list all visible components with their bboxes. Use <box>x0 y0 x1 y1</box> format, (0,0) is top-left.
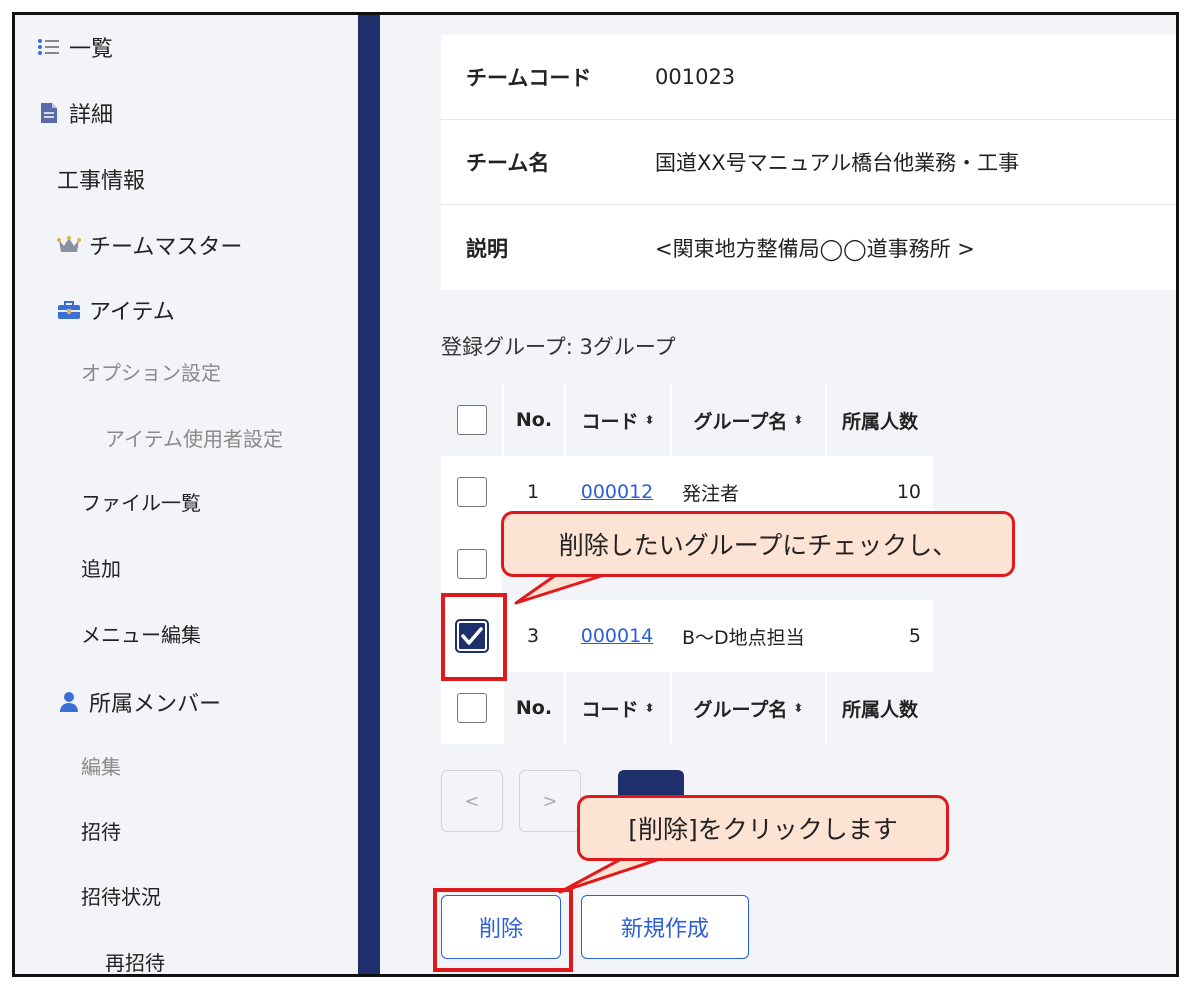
footer-select-cell <box>441 672 502 744</box>
group-code-link[interactable]: 000012 <box>581 481 654 503</box>
description-value: <関東地方整備局◯◯道事務所 > <box>655 236 975 261</box>
sidebar-item-members[interactable]: 所属メンバー <box>57 686 221 718</box>
sidebar-item-label: 工事情報 <box>57 169 146 194</box>
header-code[interactable]: コード ⬍ <box>564 384 670 456</box>
sidebar-item-label: 招待状況 <box>81 885 161 909</box>
sidebar-item-label: オプション設定 <box>81 361 221 385</box>
callout-check: 削除したいグループにチェックし、 <box>501 511 1015 577</box>
header-members: 所属人数 <box>825 384 933 456</box>
sidebar-item-label: 詳細 <box>69 103 114 128</box>
footer-name[interactable]: グループ名 ⬍ <box>670 672 825 744</box>
select-all-checkbox-footer[interactable] <box>456 693 487 723</box>
sidebar-item-edit[interactable]: 編集 <box>81 751 121 780</box>
footer-name-label: グループ名 <box>693 698 788 721</box>
header-name-label: グループ名 <box>693 410 788 433</box>
sidebar-item-invite-status[interactable]: 招待状況 <box>81 881 161 910</box>
sidebar-item-label: 招待 <box>81 820 121 844</box>
sidebar-item-item[interactable]: アイテム <box>57 294 175 326</box>
person-icon <box>57 690 81 714</box>
sort-icon: ⬍ <box>644 701 655 715</box>
footer-no: No. <box>502 672 564 744</box>
sidebar-item-label: 一覧 <box>69 37 114 62</box>
team-code-row: チームコード 001023 <box>441 35 1176 120</box>
sidebar-item-item-user-settings[interactable]: アイテム使用者設定 <box>105 423 283 452</box>
row-name: B〜D地点担当 <box>682 626 805 649</box>
row-no: 3 <box>526 625 540 647</box>
group-count: 登録グループ: 3グループ <box>441 335 676 359</box>
pager-next-button[interactable]: > <box>519 770 581 832</box>
footer-code[interactable]: コード ⬍ <box>564 672 670 744</box>
sidebar-item-label: チームマスター <box>89 235 243 260</box>
row-checkbox[interactable] <box>456 549 487 579</box>
app-window: 一覧 詳細 工事情報 チームマスター アイテム オプション設定 アイテム使用者設… <box>12 12 1179 977</box>
header-name[interactable]: グループ名 ⬍ <box>670 384 825 456</box>
description-row: 説明 <関東地方整備局◯◯道事務所 > <box>441 205 1176 290</box>
table-header: No. コード ⬍ グループ名 ⬍ 所属人数 <box>441 384 933 456</box>
sidebar-item-file-list[interactable]: ファイル一覧 <box>81 487 201 516</box>
team-code-value: 001023 <box>655 65 736 89</box>
sidebar-item-label: ファイル一覧 <box>81 491 201 515</box>
checkbox-highlight <box>441 593 507 681</box>
sidebar: 一覧 詳細 工事情報 チームマスター アイテム オプション設定 アイテム使用者設… <box>15 15 358 974</box>
sidebar-item-label: 編集 <box>81 755 121 779</box>
sort-icon: ⬍ <box>793 413 804 427</box>
sidebar-item-label: メニュー編集 <box>81 623 201 647</box>
row-code-cell: 000014 <box>564 600 670 672</box>
callout-click: [削除]をクリックします <box>577 795 949 861</box>
team-name-label: チーム名 <box>466 151 550 175</box>
sidebar-item-construction-info[interactable]: 工事情報 <box>57 163 145 195</box>
callout-tail-click <box>558 856 665 894</box>
team-name-value: 国道XX号マニュアル橋台他業務・工事 <box>655 151 1020 175</box>
select-all-checkbox[interactable] <box>456 405 487 435</box>
sort-icon: ⬍ <box>644 413 655 427</box>
header-select-cell <box>441 384 502 456</box>
sidebar-item-detail[interactable]: 詳細 <box>37 97 113 129</box>
sidebar-item-list[interactable]: 一覧 <box>37 31 113 63</box>
header-code-label: コード <box>581 410 639 433</box>
sidebar-item-team-master[interactable]: チームマスター <box>57 229 242 261</box>
row-select-cell <box>441 528 502 600</box>
footer-members: 所属人数 <box>825 672 933 744</box>
footer-code-label: コード <box>581 698 639 721</box>
table-footer-header: No. コード ⬍ グループ名 ⬍ 所属人数 <box>441 672 933 744</box>
list-icon <box>37 35 61 59</box>
group-code-link[interactable]: 000014 <box>581 625 654 647</box>
document-icon <box>37 101 61 125</box>
sidebar-item-reinvite[interactable]: 再招待 <box>105 947 165 975</box>
sidebar-item-label: 所属メンバー <box>89 692 222 717</box>
create-button[interactable]: 新規作成 <box>581 895 749 959</box>
sidebar-item-label: アイテム <box>89 300 175 325</box>
sidebar-divider <box>358 15 380 974</box>
toolbox-icon <box>57 298 81 322</box>
row-members: 5 <box>908 625 921 647</box>
sidebar-item-invite[interactable]: 招待 <box>81 816 121 845</box>
crown-icon <box>57 233 81 257</box>
team-code-label: チームコード <box>466 66 592 90</box>
sidebar-item-label: 再招待 <box>105 951 165 975</box>
description-label: 説明 <box>466 236 508 261</box>
sidebar-item-add[interactable]: 追加 <box>81 553 121 582</box>
table-row: 3 000014 B〜D地点担当 5 <box>441 600 933 672</box>
team-info-card: チームコード 001023 チーム名 国道XX号マニュアル橋台他業務・工事 説明… <box>441 35 1176 290</box>
pager-prev-button[interactable]: < <box>441 770 503 832</box>
delete-button-highlight <box>433 888 573 972</box>
team-name-row: チーム名 国道XX号マニュアル橋台他業務・工事 <box>441 120 1176 205</box>
sidebar-item-label: 追加 <box>81 557 121 581</box>
sidebar-item-menu-edit[interactable]: メニュー編集 <box>81 619 201 648</box>
sort-icon: ⬍ <box>793 701 804 715</box>
row-select-cell <box>441 456 502 528</box>
sidebar-item-label: アイテム使用者設定 <box>105 427 283 451</box>
header-no: No. <box>502 384 564 456</box>
sidebar-item-option-settings[interactable]: オプション設定 <box>81 357 221 386</box>
row-checkbox[interactable] <box>456 477 487 507</box>
